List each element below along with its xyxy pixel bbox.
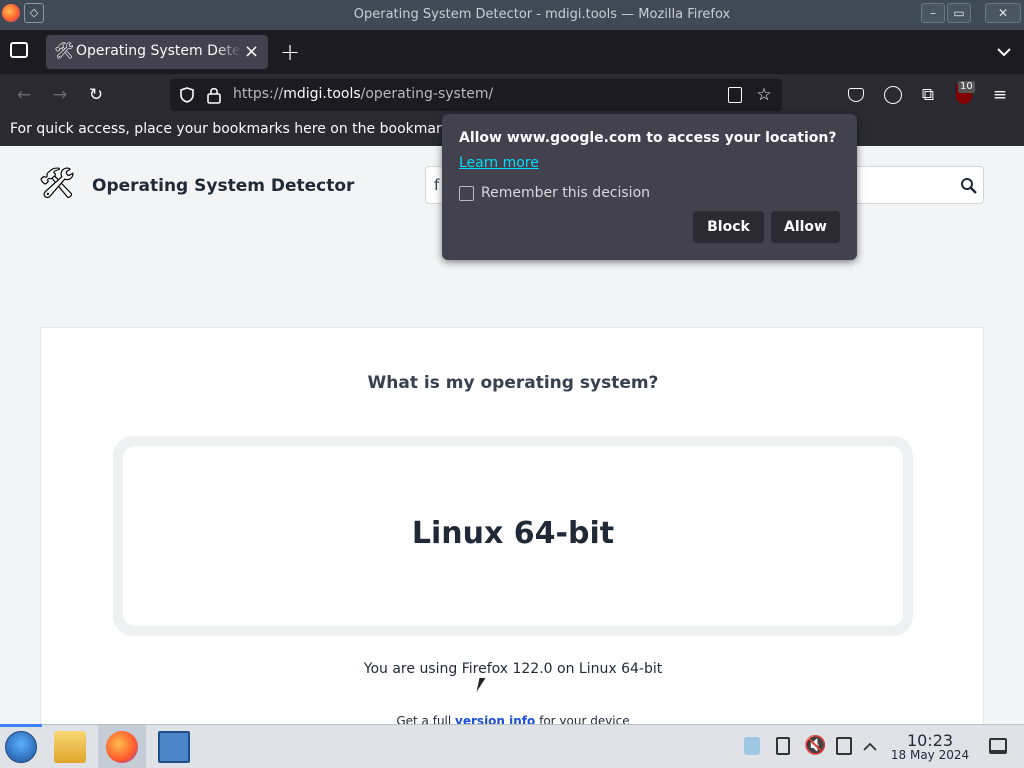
os-detector-card: What is my operating system? Linux 64-bi… (40, 327, 984, 724)
site-name[interactable]: Operating System Detector (92, 176, 354, 196)
full-info-prefix: Get a full (396, 714, 456, 724)
clipboard-tray-icon[interactable] (776, 737, 790, 755)
new-tab-button[interactable]: + (280, 38, 300, 66)
version-info-link[interactable]: version info (455, 714, 535, 724)
remember-checkbox[interactable] (459, 186, 474, 201)
learn-more-link[interactable]: Learn more (459, 155, 539, 171)
tab-close-icon[interactable]: × (244, 41, 259, 62)
site-logo-tools-icon: 🛠 (38, 166, 77, 201)
app-menu-icon[interactable]: ≡ (988, 83, 1012, 107)
bookmark-star-icon[interactable]: ☆ (752, 83, 776, 107)
tab-operating-system-detector[interactable]: 🛠 Operating System Detec × (46, 35, 268, 69)
remember-label: Remember this decision (481, 185, 651, 201)
remote-desktop-icon[interactable] (158, 731, 190, 763)
full-info-text: Get a full version info for your device (41, 714, 985, 724)
block-button[interactable]: Block (693, 211, 764, 243)
using-browser-text: You are using Firefox 122.0 on Linux 64-… (363, 661, 663, 677)
volume-muted-icon[interactable]: 🔇 (804, 735, 826, 756)
lock-icon[interactable] (206, 86, 222, 104)
location-permission-popup: Allow www.google.com to access your loca… (442, 114, 857, 260)
result-inner: Linux 64-bit (123, 446, 903, 626)
os-result: Linux 64-bit (411, 516, 615, 551)
allow-button[interactable]: Allow (771, 211, 840, 243)
maximize-button[interactable]: ▭ (947, 3, 971, 23)
file-manager-folder-icon[interactable] (54, 731, 86, 763)
account-icon[interactable] (884, 86, 902, 104)
reader-view-icon[interactable] (728, 87, 742, 103)
window-titlebar: ◇ Operating System Detector - mdigi.tool… (0, 0, 1024, 30)
search-icon[interactable] (960, 177, 978, 195)
clock-date[interactable]: 18 May 2024 (885, 748, 975, 762)
tracking-shield-icon[interactable] (178, 86, 196, 104)
input-method-icon[interactable] (836, 737, 852, 755)
url-prefix: https:// (233, 86, 284, 102)
url-path: /operating-system/ (360, 86, 494, 102)
bookmarks-hint: For quick access, place your bookmarks h… (10, 121, 468, 137)
search-text: f (434, 176, 440, 194)
taskbar: 🔇 10:23 18 May 2024 (0, 724, 1024, 768)
url-domain: mdigi.tools (283, 86, 361, 102)
minimize-button[interactable]: – (921, 3, 945, 23)
firefox-view-icon[interactable] (10, 42, 28, 58)
start-menu-button[interactable] (5, 731, 37, 763)
tray-expand-chevron-icon[interactable] (862, 739, 878, 755)
extension-badge: 10 (958, 81, 975, 93)
tools-favicon-icon: 🛠 (54, 41, 75, 60)
active-task-indicator (0, 724, 42, 727)
reload-icon[interactable]: ↻ (84, 83, 108, 107)
popup-title: Allow www.google.com to access your loca… (459, 130, 837, 146)
back-icon[interactable]: ← (12, 83, 36, 107)
window-title: Operating System Detector - mdigi.tools … (353, 7, 731, 22)
card-heading: What is my operating system? (367, 373, 659, 393)
full-info-suffix: for your device (535, 714, 630, 724)
url-bar[interactable]: https://mdigi.tools/operating-system/ ☆ (170, 79, 782, 111)
extensions-puzzle-icon[interactable]: ⧉ (916, 83, 940, 107)
firefox-taskbar-icon[interactable] (106, 731, 138, 763)
result-box: Linux 64-bit (113, 436, 913, 636)
url-text[interactable]: https://mdigi.tools/operating-system/ (233, 86, 493, 102)
tab-label: Operating System Detec (76, 43, 241, 59)
network-tray-icon[interactable] (744, 737, 760, 755)
show-desktop-icon[interactable] (989, 738, 1007, 754)
list-tabs-chevron-icon[interactable] (994, 42, 1014, 62)
close-window-button[interactable]: ✕ (985, 3, 1021, 23)
forward-icon[interactable]: → (48, 83, 72, 107)
